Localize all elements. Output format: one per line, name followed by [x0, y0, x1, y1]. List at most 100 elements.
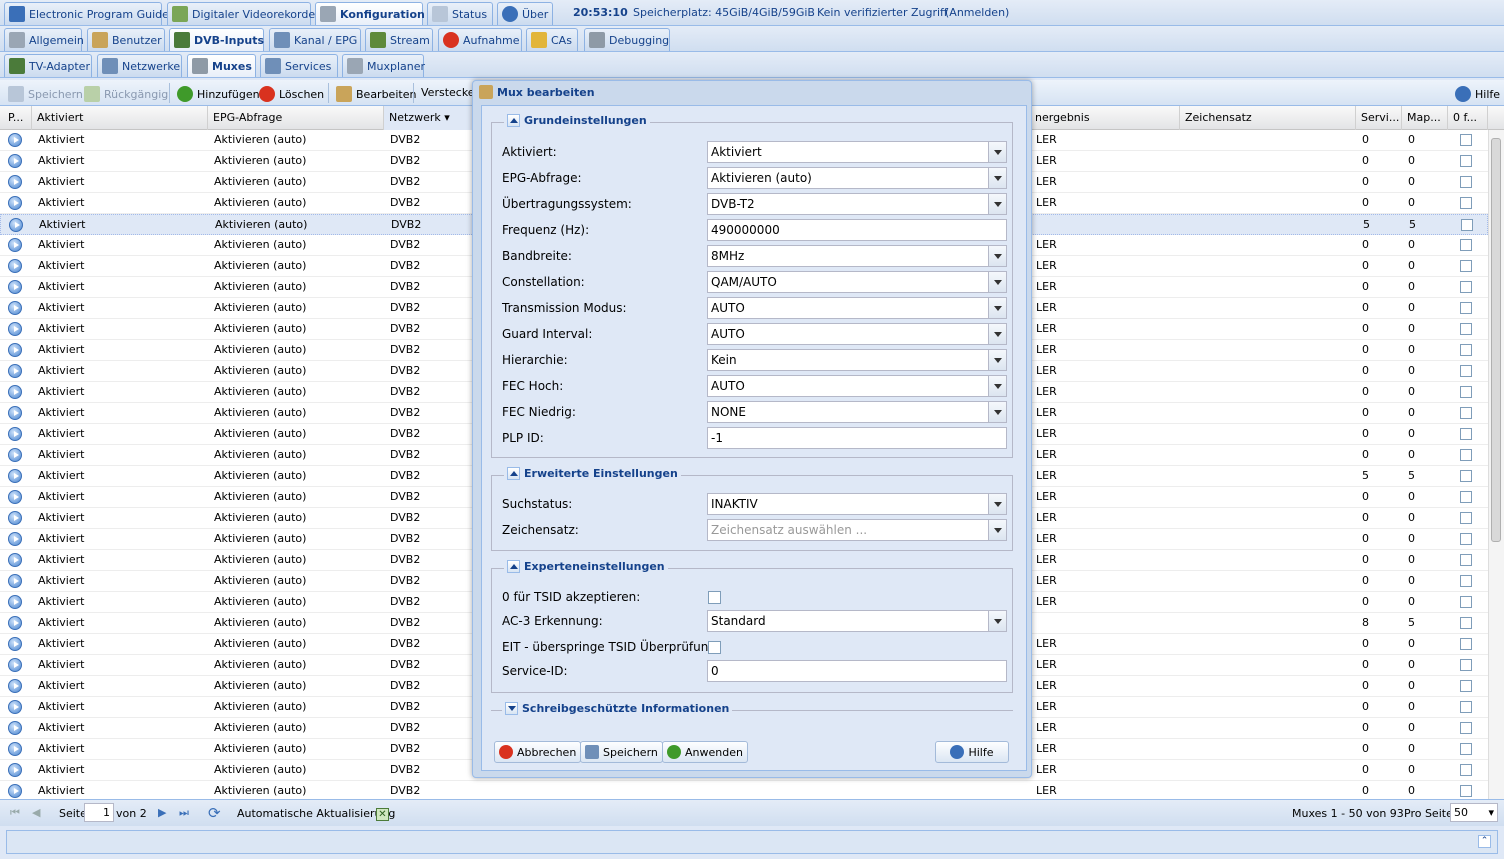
- play-icon[interactable]: [8, 427, 22, 441]
- field-select[interactable]: 8MHz: [707, 245, 1007, 267]
- tsid0-checkbox[interactable]: [1460, 281, 1472, 293]
- play-icon[interactable]: [8, 322, 22, 336]
- tab-users[interactable]: Benutzer: [87, 28, 165, 51]
- expand-icon[interactable]: ⌃: [1478, 835, 1491, 848]
- per-page-select[interactable]: 50 ▾: [1450, 803, 1498, 822]
- tsid0-checkbox[interactable]: [1460, 449, 1472, 461]
- tab-debugging[interactable]: Debugging: [584, 28, 670, 51]
- field-select[interactable]: QAM/AUTO: [707, 271, 1007, 293]
- field-select[interactable]: Aktivieren (auto): [707, 167, 1007, 189]
- tsid0-checkbox[interactable]: [1460, 155, 1472, 167]
- col-services[interactable]: Servi...: [1356, 106, 1402, 130]
- fieldset-basic-header[interactable]: Grundeinstellungen: [504, 114, 650, 127]
- play-icon[interactable]: [8, 280, 22, 294]
- tsid0-checkbox[interactable]: [1461, 219, 1473, 231]
- tsid0-checkbox[interactable]: [1460, 134, 1472, 146]
- play-icon[interactable]: [8, 469, 22, 483]
- fieldset-expert-header[interactable]: Experteneinstellungen: [504, 560, 668, 573]
- tsid0-checkbox[interactable]: [1460, 659, 1472, 671]
- play-icon[interactable]: [8, 196, 22, 210]
- tsid0-checkbox[interactable]: [1460, 533, 1472, 545]
- tsid0-checkbox[interactable]: [1460, 239, 1472, 251]
- scrollbar-thumb[interactable]: [1491, 138, 1501, 542]
- play-icon[interactable]: [8, 448, 22, 462]
- field-input[interactable]: 490000000: [707, 219, 1007, 241]
- tab-networks[interactable]: Netzwerke: [97, 54, 182, 77]
- scan-status-select[interactable]: INAKTIV: [707, 493, 1007, 515]
- field-select[interactable]: Aktiviert: [707, 141, 1007, 163]
- tsid0-checkbox[interactable]: [1460, 638, 1472, 650]
- prev-page-icon[interactable]: ◀: [32, 806, 40, 819]
- ac3-select[interactable]: Standard: [707, 610, 1007, 632]
- play-icon[interactable]: [8, 133, 22, 147]
- last-page-icon[interactable]: ⏭: [179, 806, 189, 820]
- collapse-icon[interactable]: [507, 560, 520, 573]
- play-icon[interactable]: [8, 679, 22, 693]
- tab-services[interactable]: Services: [260, 54, 338, 77]
- tsid0-checkbox[interactable]: [1460, 344, 1472, 356]
- field-select[interactable]: AUTO: [707, 297, 1007, 319]
- login-link[interactable]: (Anmelden): [945, 6, 1009, 19]
- tsid0-checkbox[interactable]: [1460, 407, 1472, 419]
- play-icon[interactable]: [8, 385, 22, 399]
- col-result[interactable]: nergebnis: [1030, 106, 1180, 130]
- col-enabled[interactable]: Aktiviert: [32, 106, 208, 130]
- eit-checkbox[interactable]: [708, 641, 721, 654]
- play-icon[interactable]: [8, 574, 22, 588]
- service-id-input[interactable]: 0: [707, 660, 1007, 682]
- tsid0-checkbox[interactable]: [1460, 785, 1472, 797]
- field-input[interactable]: -1: [707, 427, 1007, 449]
- play-icon[interactable]: [8, 343, 22, 357]
- play-icon[interactable]: [8, 259, 22, 273]
- field-select[interactable]: AUTO: [707, 323, 1007, 345]
- tsid0-checkbox[interactable]: [1460, 323, 1472, 335]
- play-icon[interactable]: [8, 637, 22, 651]
- tab-status[interactable]: Status: [427, 2, 493, 25]
- field-select[interactable]: AUTO: [707, 375, 1007, 397]
- tsid0-checkbox[interactable]: [1460, 470, 1472, 482]
- refresh-icon[interactable]: ⟳: [208, 804, 221, 822]
- undo-button[interactable]: Rückgängig: [84, 86, 168, 102]
- tab-general[interactable]: Allgemein: [4, 28, 84, 51]
- expand-icon[interactable]: [505, 702, 518, 715]
- tsid0-checkbox[interactable]: [1460, 596, 1472, 608]
- tsid0-checkbox[interactable]: [708, 591, 721, 604]
- first-page-icon[interactable]: ⏮: [10, 806, 20, 820]
- tab-about[interactable]: Über: [497, 2, 553, 25]
- tsid0-checkbox[interactable]: [1460, 575, 1472, 587]
- play-icon[interactable]: [8, 406, 22, 420]
- fieldset-readonly-header[interactable]: Schreibgeschützte Informationen: [502, 702, 733, 715]
- tsid0-checkbox[interactable]: [1460, 491, 1472, 503]
- col-network[interactable]: Netzwerk ▾: [384, 106, 474, 130]
- auto-refresh-toggle[interactable]: ✕: [376, 808, 389, 821]
- tsid0-checkbox[interactable]: [1460, 386, 1472, 398]
- page-input[interactable]: 1: [84, 803, 114, 822]
- play-icon[interactable]: [8, 784, 22, 798]
- add-button[interactable]: Hinzufügen: [177, 86, 260, 102]
- play-icon[interactable]: [9, 218, 23, 232]
- tab-cas[interactable]: CAs: [526, 28, 578, 51]
- table-row[interactable]: Aktiviert Aktivieren (auto) DVB2 LER 0 0: [0, 781, 1488, 799]
- col-mapped[interactable]: Map...: [1402, 106, 1448, 130]
- tsid0-checkbox[interactable]: [1460, 743, 1472, 755]
- tab-channel-epg[interactable]: Kanal / EPG: [269, 28, 361, 51]
- play-icon[interactable]: [8, 154, 22, 168]
- play-icon[interactable]: [8, 658, 22, 672]
- tab-stream[interactable]: Stream: [365, 28, 433, 51]
- delete-button[interactable]: Löschen: [259, 86, 324, 102]
- play-icon[interactable]: [8, 301, 22, 315]
- tab-dvr[interactable]: Digitaler Videorekorder: [167, 2, 320, 25]
- apply-button[interactable]: Anwenden: [662, 741, 748, 763]
- charset-select[interactable]: Zeichensatz auswählen ...: [707, 519, 1007, 541]
- play-icon[interactable]: [8, 511, 22, 525]
- next-page-icon[interactable]: ▶: [158, 806, 166, 819]
- help-button[interactable]: Hilfe: [1455, 86, 1500, 102]
- field-select[interactable]: DVB-T2: [707, 193, 1007, 215]
- tsid0-checkbox[interactable]: [1460, 512, 1472, 524]
- play-icon[interactable]: [8, 553, 22, 567]
- tab-recording[interactable]: Aufnahme: [438, 28, 522, 51]
- col-charset[interactable]: Zeichensatz: [1180, 106, 1356, 130]
- tsid0-checkbox[interactable]: [1460, 302, 1472, 314]
- tab-configuration[interactable]: Konfiguration: [315, 2, 425, 25]
- edit-button[interactable]: Bearbeiten: [336, 86, 416, 102]
